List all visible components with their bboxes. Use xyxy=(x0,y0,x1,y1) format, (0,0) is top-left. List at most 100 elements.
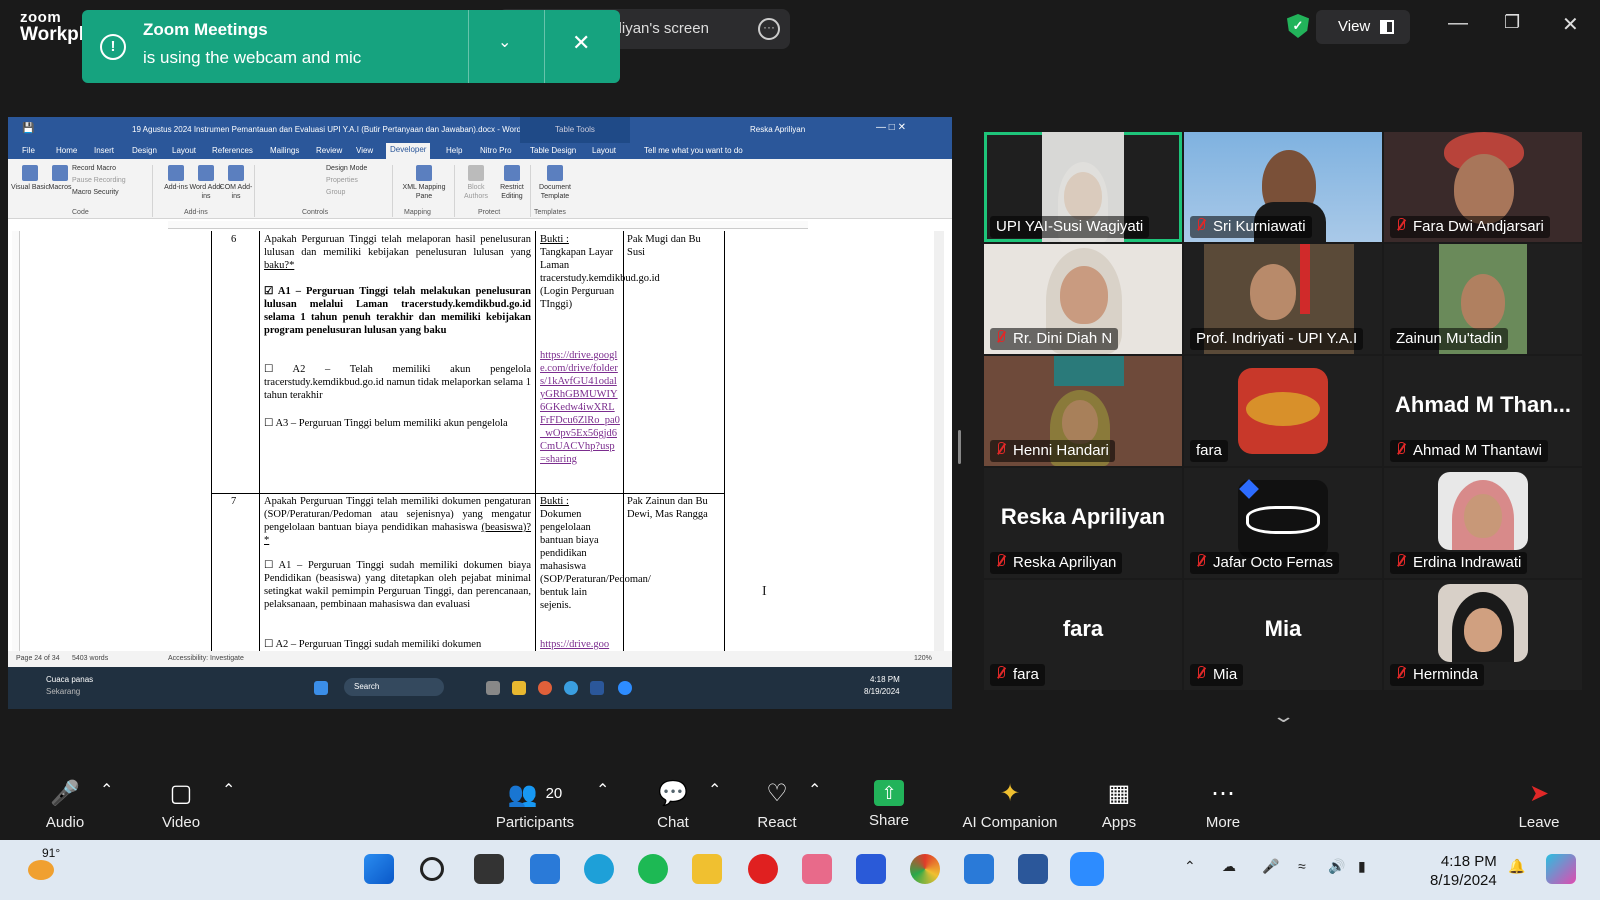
row6-pic: Pak Mugi dan Bu Susi xyxy=(627,234,701,258)
chevron-down-icon[interactable]: ⌄ xyxy=(498,32,511,52)
opera-icon[interactable] xyxy=(748,854,778,884)
react-button[interactable]: ♡ React xyxy=(752,780,802,831)
video-options-caret[interactable]: ⌃ xyxy=(222,780,235,800)
ribbon-separator xyxy=(530,165,531,217)
minimize-icon[interactable]: — xyxy=(1448,12,1468,35)
chat-button[interactable]: 💬 Chat xyxy=(648,780,698,831)
participant-name: UPI YAI-Susi Wagiyati xyxy=(990,216,1150,238)
participant-tile[interactable]: Zainun Mu'tadin xyxy=(1384,244,1582,354)
muted-mic-icon xyxy=(1396,666,1406,681)
participant-display-name: fara xyxy=(1062,616,1104,641)
file-explorer-icon[interactable] xyxy=(692,854,722,884)
face xyxy=(1464,494,1502,538)
ai-companion-label: AI Companion xyxy=(962,814,1058,831)
word-count: 5403 words xyxy=(72,655,109,662)
chat-options-caret[interactable]: ⌃ xyxy=(708,780,721,800)
tab-view: View xyxy=(356,146,374,155)
remote-weather-sub: Sekarang xyxy=(46,687,81,696)
table-line xyxy=(724,231,725,653)
ribbon-group-templates: Templates xyxy=(534,209,566,216)
wifi-icon[interactable]: ≈ xyxy=(1298,858,1306,874)
avatar xyxy=(1438,472,1528,550)
participant-tile[interactable]: UPI YAI-Susi Wagiyati xyxy=(984,132,1182,242)
view-label: View xyxy=(1338,18,1371,35)
start-icon[interactable] xyxy=(364,854,394,884)
participant-display-name: Reska Apriliyan xyxy=(1000,504,1166,529)
leave-button[interactable]: ➤ Leave xyxy=(1514,780,1564,831)
hat-icon xyxy=(1246,392,1320,426)
more-button[interactable]: ⋯ More xyxy=(1198,780,1248,831)
close-icon[interactable]: ✕ xyxy=(572,30,590,56)
task-view-icon[interactable] xyxy=(474,854,504,884)
participant-tile[interactable]: Rr. Dini Diah N xyxy=(984,244,1182,354)
ai-companion-button[interactable]: ✦ AI Companion xyxy=(958,780,1062,831)
audio-options-caret[interactable]: ⌃ xyxy=(100,780,113,800)
edge-icon[interactable] xyxy=(584,854,614,884)
zoom-icon[interactable] xyxy=(1070,852,1104,886)
participant-tile[interactable]: Prof. Indriyati - UPI Y.A.I xyxy=(1184,244,1382,354)
battery-icon[interactable]: ▮ xyxy=(1358,858,1366,875)
face xyxy=(1464,608,1502,652)
tab-table-layout: Layout xyxy=(592,146,617,155)
react-label: React xyxy=(757,814,797,831)
participant-name: Reska Apriliyan xyxy=(990,552,1123,574)
mail-icon[interactable] xyxy=(530,854,560,884)
audio-button[interactable]: 🎤 Audio xyxy=(40,780,90,831)
apps-button[interactable]: ▦ Apps xyxy=(1094,780,1144,831)
spotify-icon[interactable] xyxy=(638,854,668,884)
search-icon[interactable] xyxy=(420,857,444,881)
close-window-icon[interactable]: ✕ xyxy=(1562,12,1579,37)
sparkle-icon: ✦ xyxy=(999,780,1021,807)
alert-icon: ! xyxy=(100,34,126,60)
copilot-icon[interactable] xyxy=(1546,854,1576,884)
ribbon-xml-mapping: XML Mapping Pane xyxy=(396,165,452,201)
notification-bell-icon[interactable]: 🔔 xyxy=(1508,858,1525,875)
participant-name: Prof. Indriyati - UPI Y.A.I xyxy=(1190,328,1364,350)
encryption-shield-icon[interactable]: ✓ xyxy=(1287,14,1309,38)
react-options-caret[interactable]: ⌃ xyxy=(808,780,821,800)
participant-name: fara xyxy=(1190,440,1228,462)
participant-tile[interactable]: Henni Handari xyxy=(984,356,1182,466)
participant-name: Rr. Dini Diah N xyxy=(990,328,1119,350)
volume-icon[interactable]: 🔊 xyxy=(1328,858,1345,875)
participant-tile[interactable]: Mia Mia xyxy=(1184,580,1382,690)
gallery-next-page-icon[interactable]: ⌄ xyxy=(1271,706,1295,727)
view-button[interactable]: View xyxy=(1316,10,1410,44)
row7-evidence: Bukti : Dokumen pengelolaan bantuan biaya… xyxy=(540,496,651,611)
video-button[interactable]: ▢ Video xyxy=(156,780,206,831)
ribbon-block-authors: Block Authors xyxy=(456,165,496,201)
participant-name: Herminda xyxy=(1390,664,1485,686)
participant-tile[interactable]: fara xyxy=(1184,356,1382,466)
row6-number: 6 xyxy=(231,234,237,245)
participants-button[interactable]: 👥 20 Participants xyxy=(490,780,580,831)
notepad-icon[interactable] xyxy=(964,854,994,884)
participants-options-caret[interactable]: ⌃ xyxy=(596,780,609,800)
remote-start-icon xyxy=(314,681,328,695)
microphone-icon[interactable]: 🎤 xyxy=(1262,858,1279,875)
snipping-tool-icon[interactable] xyxy=(802,854,832,884)
participant-tile[interactable]: Jafar Octo Fernas xyxy=(1184,468,1382,578)
logo-icon xyxy=(1246,506,1320,534)
weather-widget[interactable]: 91° xyxy=(28,846,60,882)
chevron-up-icon[interactable]: ⌃ xyxy=(1184,858,1196,875)
more-options-icon[interactable]: ··· xyxy=(758,18,780,40)
participant-tile[interactable]: Sri Kurniawati xyxy=(1184,132,1382,242)
participant-tile[interactable]: Erdina Indrawati xyxy=(1384,468,1582,578)
system-clock[interactable]: 4:18 PM 8/19/2024 xyxy=(1430,852,1497,890)
row6-option-a2: ☐ A2 – Telah memiliki akun pengelola tra… xyxy=(264,364,531,401)
chrome-icon[interactable] xyxy=(910,854,940,884)
participant-tile[interactable]: Herminda xyxy=(1384,580,1582,690)
participant-tile[interactable]: Reska Apriliyan Reska Apriliyan xyxy=(984,468,1182,578)
word-icon[interactable] xyxy=(1018,854,1048,884)
participant-tile[interactable]: Fara Dwi Andjarsari xyxy=(1384,132,1582,242)
participant-tile[interactable]: Ahmad M Than... Ahmad M Thantawi xyxy=(1384,356,1582,466)
share-button[interactable]: ⇧ Share xyxy=(864,780,914,829)
temperature: 91° xyxy=(42,846,61,860)
restore-icon[interactable]: ❐ xyxy=(1504,12,1520,33)
tab-mailings: Mailings xyxy=(270,146,300,155)
security-shield-icon[interactable] xyxy=(856,854,886,884)
windows-taskbar: 91° ⌃ ☁ 🎤 ≈ 🔊 ▮ 4:18 PM 8/19/2024 🔔 xyxy=(0,840,1600,900)
panel-resize-handle[interactable] xyxy=(958,430,961,464)
onedrive-icon[interactable]: ☁ xyxy=(1222,858,1236,875)
participant-tile[interactable]: fara fara xyxy=(984,580,1182,690)
